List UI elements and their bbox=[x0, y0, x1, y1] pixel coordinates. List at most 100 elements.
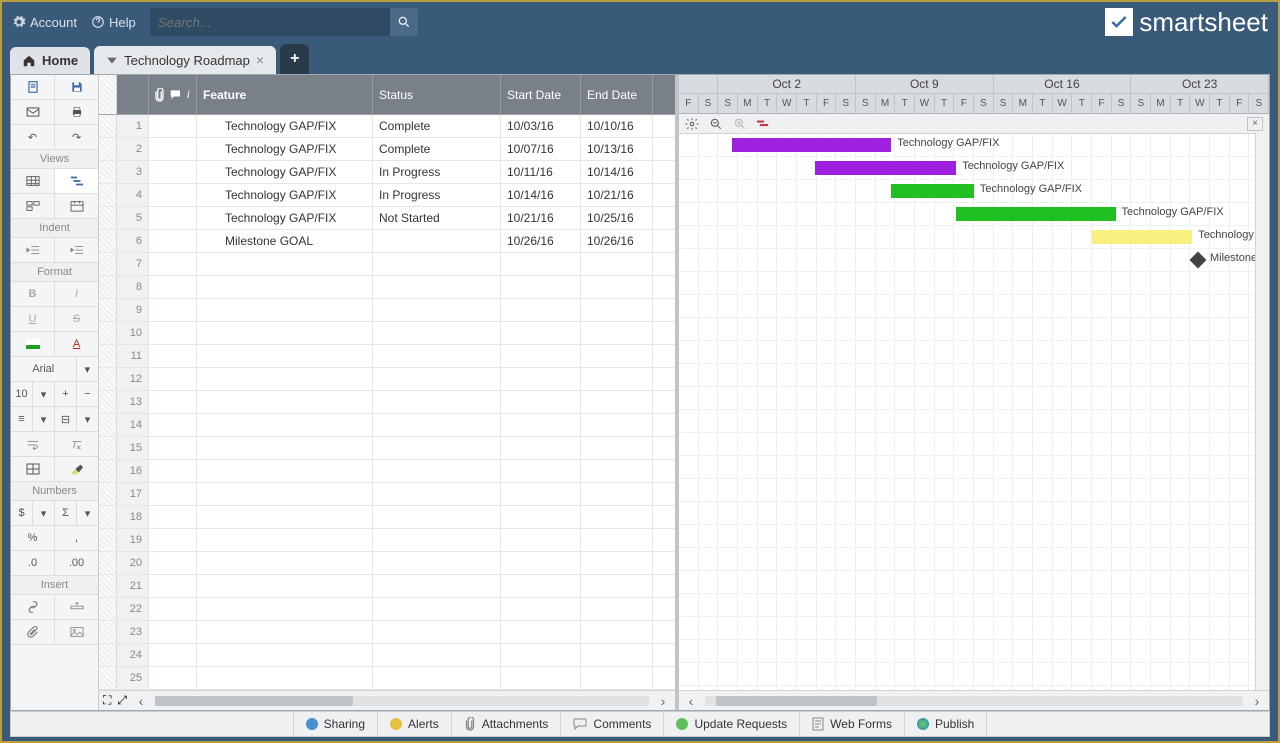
cell-start[interactable] bbox=[501, 276, 581, 298]
cell-status[interactable] bbox=[373, 345, 501, 367]
cell-status[interactable] bbox=[373, 667, 501, 689]
align-left-button[interactable]: ≡ bbox=[11, 407, 33, 431]
cell-feature[interactable]: Technology GAP/FIX bbox=[197, 115, 373, 137]
strike-button[interactable]: S bbox=[55, 307, 98, 331]
gantt-settings-icon[interactable] bbox=[685, 117, 699, 131]
cell-status[interactable] bbox=[373, 460, 501, 482]
fontsize-dec[interactable]: − bbox=[77, 382, 98, 406]
cell-end[interactable] bbox=[581, 529, 653, 551]
grid-view-button[interactable] bbox=[11, 169, 55, 193]
sharing-button[interactable]: Sharing bbox=[293, 712, 378, 736]
cell-end[interactable] bbox=[581, 460, 653, 482]
table-row[interactable]: 3 Technology GAP/FIX In Progress 10/11/1… bbox=[99, 161, 675, 184]
redo-button[interactable]: ↷ bbox=[55, 125, 98, 149]
cell-status[interactable]: Complete bbox=[373, 138, 501, 160]
currency-drop[interactable]: ▾ bbox=[33, 501, 55, 525]
cell-start[interactable] bbox=[501, 621, 581, 643]
cell-status[interactable] bbox=[373, 437, 501, 459]
cell-start[interactable] bbox=[501, 414, 581, 436]
fillcolor-button[interactable] bbox=[11, 332, 55, 356]
sum-button[interactable]: Σ bbox=[55, 501, 77, 525]
cell-end[interactable]: 10/14/16 bbox=[581, 161, 653, 183]
cell-start[interactable] bbox=[501, 437, 581, 459]
cell-feature[interactable]: Technology GAP/FIX bbox=[197, 161, 373, 183]
cell-status[interactable]: In Progress bbox=[373, 184, 501, 206]
col-start[interactable]: Start Date bbox=[501, 75, 581, 114]
grid-hscroll[interactable]: ⛶ ⤢ ‹ › bbox=[99, 690, 675, 710]
cell-start[interactable] bbox=[501, 575, 581, 597]
cell-start[interactable] bbox=[501, 483, 581, 505]
cell-status[interactable] bbox=[373, 644, 501, 666]
textcolor-button[interactable]: A bbox=[55, 332, 98, 356]
zoom-in-icon[interactable] bbox=[733, 117, 747, 131]
insert-attach-button[interactable] bbox=[11, 620, 55, 644]
cell-feature[interactable] bbox=[197, 345, 373, 367]
cell-start[interactable] bbox=[501, 253, 581, 275]
valign-button[interactable]: ⊟ bbox=[55, 407, 77, 431]
gscroll-right[interactable]: › bbox=[1249, 693, 1265, 709]
mail-button[interactable] bbox=[11, 100, 55, 124]
gantt-bar[interactable] bbox=[956, 207, 1115, 221]
cell-feature[interactable] bbox=[197, 414, 373, 436]
cell-status[interactable] bbox=[373, 253, 501, 275]
table-row[interactable]: 15 bbox=[99, 437, 675, 460]
cell-start[interactable] bbox=[501, 345, 581, 367]
cell-feature[interactable]: Technology GAP/FIX bbox=[197, 138, 373, 160]
new-note-button[interactable] bbox=[11, 75, 55, 99]
update-requests-button[interactable]: Update Requests bbox=[664, 712, 800, 736]
cell-start[interactable] bbox=[501, 529, 581, 551]
cell-start[interactable]: 10/03/16 bbox=[501, 115, 581, 137]
cell-start[interactable]: 10/14/16 bbox=[501, 184, 581, 206]
cell-status[interactable] bbox=[373, 322, 501, 344]
gantt-bar[interactable] bbox=[732, 138, 891, 152]
fontsize-dropdown[interactable]: ▾ bbox=[33, 382, 55, 406]
cell-end[interactable]: 10/13/16 bbox=[581, 138, 653, 160]
cell-status[interactable]: In Progress bbox=[373, 161, 501, 183]
cell-feature[interactable] bbox=[197, 368, 373, 390]
sum-drop[interactable]: ▾ bbox=[77, 501, 98, 525]
cell-feature[interactable] bbox=[197, 322, 373, 344]
search-button[interactable] bbox=[390, 8, 418, 36]
cell-feature[interactable] bbox=[197, 437, 373, 459]
table-row[interactable]: 4 Technology GAP/FIX In Progress 10/14/1… bbox=[99, 184, 675, 207]
cell-start[interactable]: 10/26/16 bbox=[501, 230, 581, 252]
cell-status[interactable] bbox=[373, 230, 501, 252]
cell-end[interactable] bbox=[581, 667, 653, 689]
insert-row-button[interactable] bbox=[55, 595, 98, 619]
cell-status[interactable] bbox=[373, 598, 501, 620]
cell-end[interactable] bbox=[581, 414, 653, 436]
tab-add-button[interactable]: + bbox=[280, 44, 309, 74]
cell-end[interactable]: 10/26/16 bbox=[581, 230, 653, 252]
cell-feature[interactable] bbox=[197, 299, 373, 321]
gscroll-left[interactable]: ‹ bbox=[683, 693, 699, 709]
table-row[interactable]: 9 bbox=[99, 299, 675, 322]
cell-feature[interactable] bbox=[197, 598, 373, 620]
table-row[interactable]: 5 Technology GAP/FIX Not Started 10/21/1… bbox=[99, 207, 675, 230]
thousands-button[interactable]: , bbox=[55, 526, 98, 550]
cell-start[interactable] bbox=[501, 667, 581, 689]
align-drop[interactable]: ▾ bbox=[33, 407, 55, 431]
cell-end[interactable]: 10/10/16 bbox=[581, 115, 653, 137]
cell-status[interactable] bbox=[373, 575, 501, 597]
cell-feature[interactable]: Milestone GOAL bbox=[197, 230, 373, 252]
table-row[interactable]: 13 bbox=[99, 391, 675, 414]
gantt-bars-icon[interactable] bbox=[757, 117, 771, 131]
cell-feature[interactable]: Technology GAP/FIX bbox=[197, 184, 373, 206]
cell-feature[interactable] bbox=[197, 253, 373, 275]
table-row[interactable]: 10 bbox=[99, 322, 675, 345]
publish-button[interactable]: Publish bbox=[905, 712, 987, 736]
print-button[interactable] bbox=[55, 100, 98, 124]
cell-end[interactable] bbox=[581, 506, 653, 528]
cell-end[interactable] bbox=[581, 276, 653, 298]
cell-end[interactable] bbox=[581, 253, 653, 275]
cell-feature[interactable] bbox=[197, 575, 373, 597]
table-row[interactable]: 21 bbox=[99, 575, 675, 598]
cell-status[interactable]: Complete bbox=[373, 115, 501, 137]
cell-status[interactable] bbox=[373, 391, 501, 413]
help-link[interactable]: Help bbox=[91, 15, 136, 30]
table-row[interactable]: 6 Milestone GOAL 10/26/16 10/26/16 bbox=[99, 230, 675, 253]
zoom-out-icon[interactable] bbox=[709, 117, 723, 131]
account-link[interactable]: Account bbox=[12, 15, 77, 30]
cell-status[interactable] bbox=[373, 552, 501, 574]
cell-start[interactable] bbox=[501, 552, 581, 574]
